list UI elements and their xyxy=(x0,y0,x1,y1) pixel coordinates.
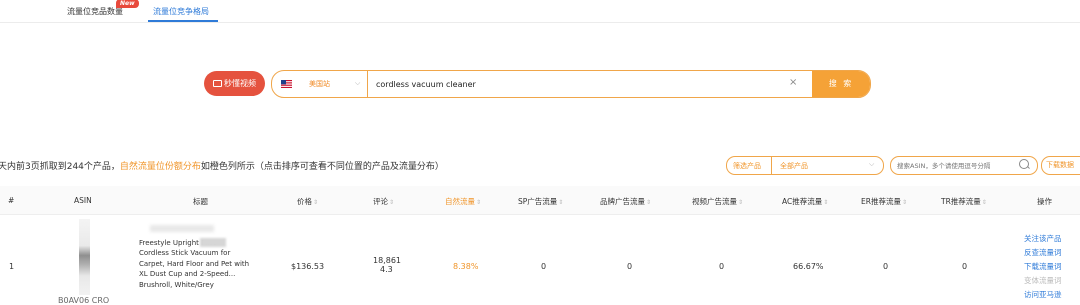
tab-bar: 流量位竞品数量 New 流量位竞争格局 xyxy=(0,0,1080,23)
search-bar: 美国站 ⌵ × 搜 索 xyxy=(271,70,871,98)
column-header-organic[interactable]: 自然流量⇕ xyxy=(445,196,481,207)
chevron-down-icon[interactable]: ⌵ xyxy=(869,160,874,169)
column-header-asin: ASIN xyxy=(74,196,92,205)
table-header: # ASIN 标题 价格⇕ 评论⇕ 自然流量⇕ SP广告流量⇕ 品牌广告流量⇕ … xyxy=(0,186,1080,215)
sort-icon: ⇕ xyxy=(558,199,564,206)
summary-text: 天内前3页抓取到244个产品，自然流量位份额分布如橙色列所示（点击排序可查看不同… xyxy=(0,159,444,172)
follow-product-link[interactable]: 关注该产品 xyxy=(1024,233,1062,244)
column-header-video[interactable]: 视频广告流量⇕ xyxy=(692,196,743,207)
column-header-sp[interactable]: SP广告流量⇕ xyxy=(518,196,563,207)
title-line: XL Dust Cup and 2-Speed... xyxy=(139,270,236,278)
sort-icon: ⇕ xyxy=(476,199,482,206)
visit-amazon-link[interactable]: 访问亚马逊 xyxy=(1024,289,1062,300)
product-filter[interactable]: 筛选产品 全部产品 ⌵ xyxy=(726,156,884,175)
column-header-price[interactable]: 价格⇕ xyxy=(297,196,318,207)
row-sp: 0 xyxy=(541,262,547,271)
product-title[interactable]: Freestyle Upright Pass Cordless Stick Va… xyxy=(139,227,264,290)
search-input[interactable] xyxy=(376,71,776,97)
row-brand: 0 xyxy=(627,262,633,271)
column-header-tr[interactable]: TR推荐流量⇕ xyxy=(941,196,987,207)
sort-icon: ⇕ xyxy=(313,199,319,206)
us-flag-icon xyxy=(281,80,292,88)
product-image[interactable] xyxy=(79,219,90,295)
active-tab-indicator xyxy=(148,20,218,22)
filter-select[interactable]: 全部产品 xyxy=(780,161,808,171)
summary-highlight: 自然流量位份额分布 xyxy=(119,162,201,172)
summary-suffix: 如橙色列所示（点击排序可查看不同位置的产品及流量分布） xyxy=(200,162,444,172)
row-ac: 66.67% xyxy=(793,262,824,271)
sort-icon: ⇕ xyxy=(981,199,987,206)
search-icon[interactable] xyxy=(1019,159,1029,169)
variant-keywords-link[interactable]: 变体流量词 xyxy=(1024,275,1062,286)
divider xyxy=(367,71,368,97)
title-line: Cordless Stick Vacuum for xyxy=(139,249,231,257)
row-price: $136.53 xyxy=(291,262,325,271)
sort-icon: ⇕ xyxy=(738,199,744,206)
row-er: 0 xyxy=(883,262,889,271)
sort-icon: ⇕ xyxy=(646,199,652,206)
row-video: 0 xyxy=(719,262,725,271)
video-button[interactable]: 秒懂视频 xyxy=(204,71,265,96)
clear-icon[interactable]: × xyxy=(789,77,797,88)
title-line: Brushroll, White/Grey xyxy=(139,280,214,289)
tab-competition-landscape[interactable]: 流量位竞争格局 xyxy=(153,6,209,17)
new-badge: New xyxy=(116,0,139,8)
row-organic: 8.38% xyxy=(453,262,479,271)
search-button[interactable]: 搜 索 xyxy=(812,71,870,97)
title-line: Carpet, Hard Floor and Pet with xyxy=(139,259,250,268)
country-select[interactable]: 美国站 xyxy=(309,79,330,89)
column-header-brand[interactable]: 品牌广告流量⇕ xyxy=(600,196,651,207)
row-tr: 0 xyxy=(962,262,968,271)
column-header-title: 标题 xyxy=(193,197,208,206)
column-header-index: # xyxy=(8,196,15,205)
row-rating: 4.3 xyxy=(380,265,393,274)
row-index: 1 xyxy=(9,262,15,271)
row-reviews: 18,861 xyxy=(373,256,401,265)
video-icon xyxy=(213,80,222,87)
column-header-reviews[interactable]: 评论⇕ xyxy=(373,196,394,207)
sort-icon: ⇕ xyxy=(823,199,829,206)
asin-search xyxy=(890,156,1038,175)
download-keywords-link[interactable]: 下载流量词 xyxy=(1024,261,1062,272)
filter-label: 筛选产品 xyxy=(733,162,761,170)
divider xyxy=(771,157,772,174)
tab-competitor-count[interactable]: 流量位竞品数量 xyxy=(67,6,123,17)
chevron-down-icon[interactable]: ⌵ xyxy=(355,79,360,88)
reverse-lookup-link[interactable]: 反查流量词 xyxy=(1024,247,1062,258)
redacted-text xyxy=(150,225,214,232)
column-header-actions: 操作 xyxy=(1037,197,1052,206)
asin-search-input[interactable] xyxy=(897,157,1017,174)
sort-icon: ⇕ xyxy=(901,199,907,206)
sort-icon: ⇕ xyxy=(389,199,395,206)
column-header-er[interactable]: ER推荐流量⇕ xyxy=(861,196,907,207)
column-header-ac[interactable]: AC推荐流量⇕ xyxy=(782,196,828,207)
video-button-label: 秒懂视频 xyxy=(224,79,256,88)
summary-prefix: 天内前3页抓取到244个产品， xyxy=(0,162,120,172)
redacted-text xyxy=(200,238,226,247)
download-data-button[interactable]: 下载数据 xyxy=(1041,156,1080,175)
